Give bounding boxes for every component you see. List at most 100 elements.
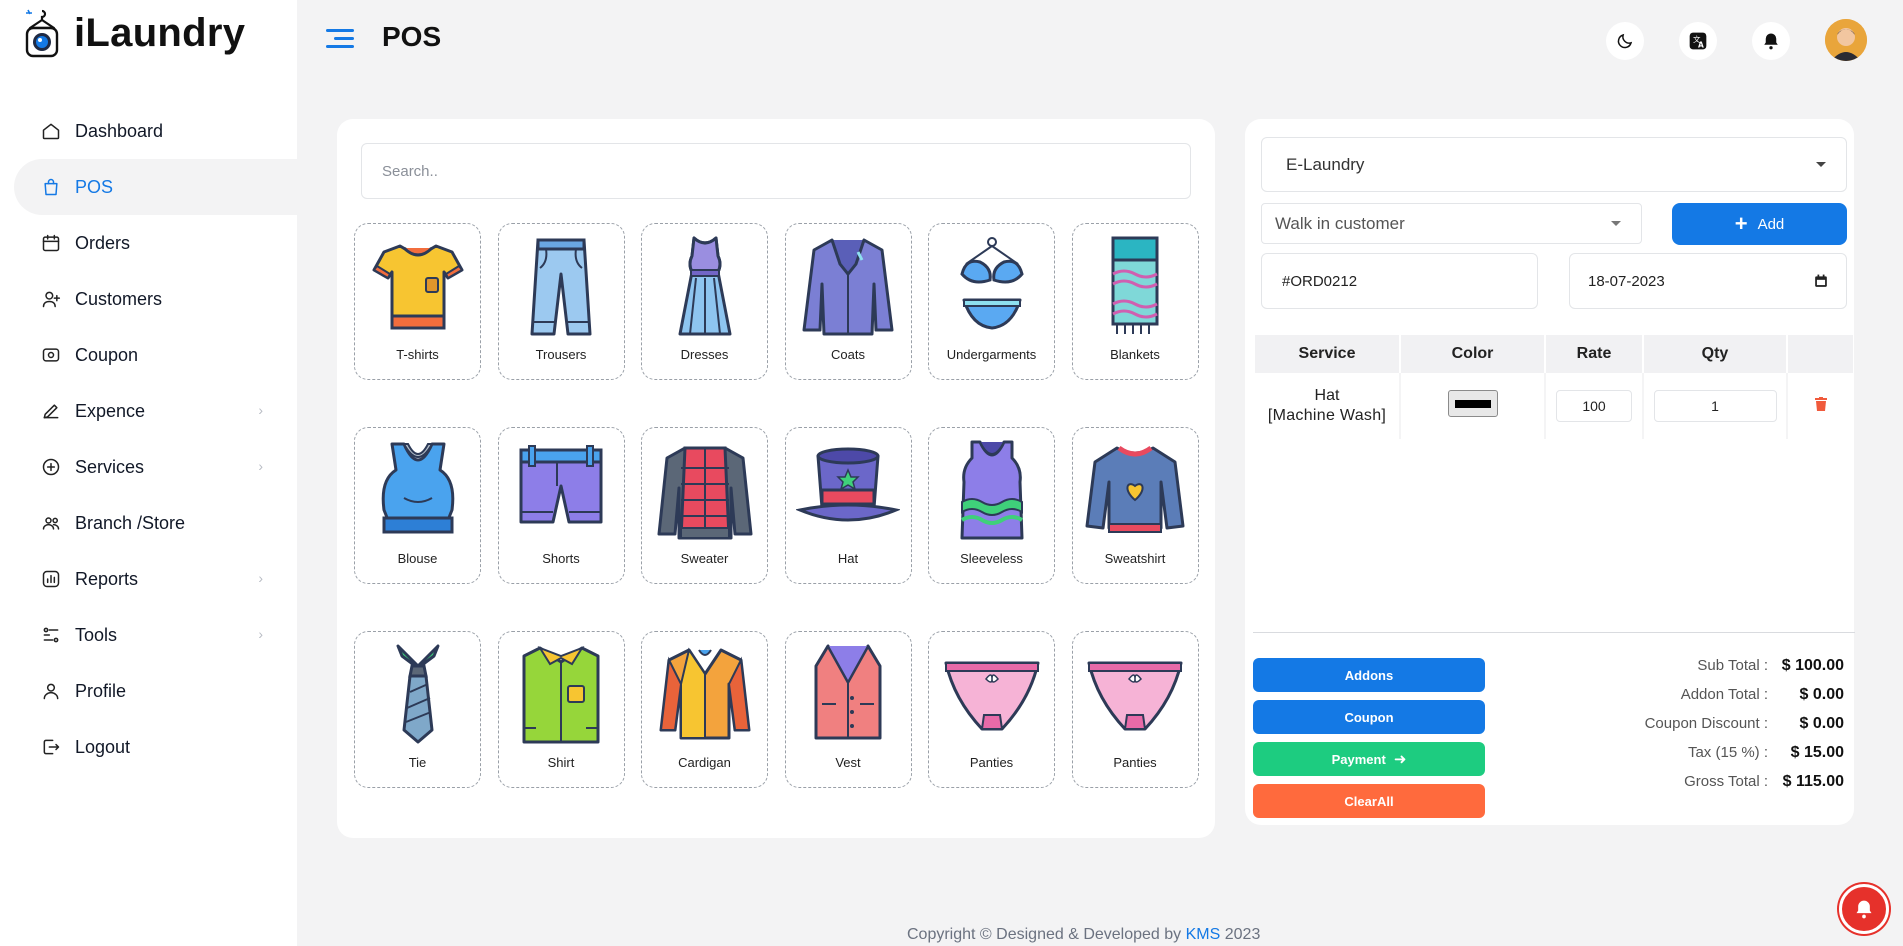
store-select[interactable]: E-Laundry — [1261, 137, 1847, 192]
add-customer-button[interactable]: + Add — [1672, 203, 1847, 245]
undergarments-icon — [937, 232, 1047, 340]
sidebar-item-services[interactable]: Services › — [14, 439, 297, 495]
payment-button[interactable]: Payment ➜ — [1253, 742, 1485, 776]
home-icon — [40, 120, 62, 142]
sidebar-item-label: Orders — [75, 232, 131, 253]
coupon-button[interactable]: Coupon — [1253, 700, 1485, 734]
bag-icon — [40, 176, 62, 198]
shorts-icon — [506, 436, 616, 544]
calendar-icon — [40, 232, 62, 254]
clear-all-button[interactable]: ClearAll — [1253, 784, 1485, 818]
sidebar-item-pos[interactable]: POS — [14, 159, 297, 215]
chevron-right-icon: › — [258, 626, 263, 642]
product-card[interactable]: Panties — [1071, 631, 1199, 788]
qty-input[interactable]: 1 — [1653, 390, 1777, 422]
product-card[interactable]: T-shirts — [354, 223, 481, 380]
product-card[interactable]: Shorts — [497, 427, 625, 584]
sidebar-item-profile[interactable]: Profile — [14, 663, 297, 719]
sidebar-item-reports[interactable]: Reports › — [14, 551, 297, 607]
plus-circle-icon — [40, 456, 62, 478]
product-card[interactable]: Cardigan — [641, 631, 768, 788]
sidebar-item-expence[interactable]: Expence › — [14, 383, 297, 439]
product-card[interactable]: Panties — [928, 631, 1055, 788]
rate-input[interactable]: 100 — [1556, 390, 1632, 422]
sidebar-item-dashboard[interactable]: Dashboard — [14, 103, 297, 159]
calendar-icon[interactable] — [1814, 274, 1828, 288]
sidebar-item-coupon[interactable]: Coupon — [14, 327, 297, 383]
plus-icon: + — [1734, 211, 1748, 236]
app-name: iLaundry — [74, 10, 246, 55]
product-card[interactable]: Vest — [784, 631, 912, 788]
sidebar-item-logout[interactable]: Logout — [14, 719, 297, 775]
product-card[interactable]: Shirt — [497, 631, 625, 788]
addons-button[interactable]: Addons — [1253, 658, 1485, 692]
add-customer-label: Add — [1757, 215, 1785, 233]
total-label: Addon Total : — [1680, 686, 1768, 703]
sidebar-item-customers[interactable]: Customers — [14, 271, 297, 327]
pen-icon — [40, 400, 62, 422]
shirt-icon — [506, 640, 616, 748]
sidebar-item-label: Tools — [75, 624, 118, 645]
trash-icon[interactable] — [1814, 396, 1827, 411]
divider — [1253, 632, 1855, 633]
sidebar-item-label: POS — [75, 176, 114, 197]
app-logo[interactable]: iLaundry — [24, 8, 245, 58]
blanket-icon — [1080, 232, 1190, 340]
customer-select[interactable]: Walk in customer — [1261, 203, 1642, 244]
dress-icon — [650, 232, 760, 340]
product-label: Panties — [1113, 755, 1157, 770]
sidebar-item-branch-store[interactable]: Branch /Store — [14, 495, 297, 551]
sidebar-item-tools[interactable]: Tools › — [14, 607, 297, 663]
product-grid: T-shirts Trousers Dresses Coats Undergarment… — [354, 223, 1199, 788]
product-card[interactable]: Sweater — [641, 427, 768, 584]
sweatshirt-icon — [1080, 436, 1190, 544]
payment-label: Payment — [1331, 751, 1386, 767]
order-items-table: Service Color Rate Qty Hat [Machine Wash… — [1255, 335, 1853, 439]
product-label: Trousers — [535, 347, 587, 362]
product-card[interactable]: Hat — [784, 427, 912, 584]
bell-icon[interactable] — [1752, 22, 1790, 60]
product-card[interactable]: Undergarments — [928, 223, 1055, 380]
translate-icon[interactable]: 文A — [1679, 22, 1717, 60]
product-label: Dresses — [680, 347, 729, 362]
sidebar-item-label: Services — [75, 456, 145, 477]
sidebar-item-label: Expence — [75, 400, 146, 421]
column-header-color: Color — [1400, 335, 1546, 373]
product-card[interactable]: Sweatshirt — [1071, 427, 1199, 584]
order-totals: Sub Total : $ 100.00 Addon Total : $ 0.00 Co… — [1645, 651, 1844, 796]
rate-cell: 100 — [1545, 373, 1644, 439]
footer-text: Copyright © Designed & Developed by — [907, 926, 1182, 943]
product-card[interactable]: Sleeveless — [928, 427, 1055, 584]
total-label: Coupon Discount : — [1644, 715, 1768, 732]
total-row: Coupon Discount : $ 0.00 — [1645, 709, 1844, 738]
sidebar-item-label: Branch /Store — [75, 512, 186, 533]
menu-toggle-icon[interactable] — [326, 27, 356, 51]
service-name: Hat — [1314, 387, 1340, 404]
product-card[interactable]: Blankets — [1071, 223, 1199, 380]
product-card[interactable]: Coats — [784, 223, 912, 380]
user-avatar[interactable] — [1825, 19, 1867, 61]
product-card[interactable]: Blouse — [354, 427, 481, 584]
notification-bell-icon[interactable] — [1839, 884, 1889, 934]
user-plus-icon — [40, 288, 62, 310]
product-card[interactable]: Trousers — [497, 223, 625, 380]
moon-icon[interactable] — [1606, 22, 1644, 60]
product-card[interactable]: Tie — [354, 631, 481, 788]
total-value: $ 100.00 — [1781, 656, 1844, 674]
tshirt-icon — [363, 232, 473, 340]
order-date-field[interactable]: 18-07-2023 — [1569, 253, 1847, 309]
panties-icon — [1080, 640, 1190, 748]
column-header-rate: Rate — [1545, 335, 1644, 373]
coupon-icon — [40, 344, 62, 366]
search-input[interactable] — [361, 143, 1191, 199]
order-number-field[interactable]: #ORD0212 — [1261, 253, 1538, 309]
sidebar-item-orders[interactable]: Orders — [14, 215, 297, 271]
product-card[interactable]: Dresses — [641, 223, 768, 380]
footer-company-link[interactable]: KMS — [1186, 926, 1221, 943]
total-value: $ 15.00 — [1790, 743, 1844, 761]
footer-year: 2023 — [1224, 926, 1261, 943]
color-picker[interactable] — [1447, 390, 1498, 417]
chevron-right-icon: › — [258, 570, 263, 586]
product-label: Shorts — [542, 551, 580, 566]
order-date-value: 18-07-2023 — [1588, 272, 1665, 290]
